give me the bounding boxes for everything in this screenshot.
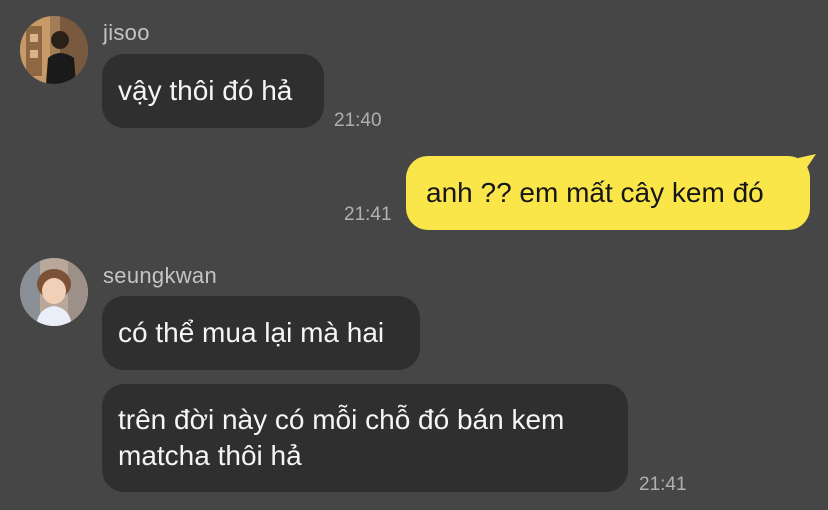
sender-name: seungkwan	[103, 263, 217, 288]
profile-photo-jisoo-icon	[20, 16, 88, 84]
message-timestamp: 21:41	[344, 204, 392, 225]
avatar-jisoo[interactable]	[20, 16, 88, 84]
sender-name: jisoo	[103, 20, 150, 45]
message-timestamp: 21:41	[639, 474, 687, 495]
message-bubble[interactable]: vậy thôi đó hả	[102, 54, 324, 128]
message-bubble-outgoing[interactable]: anh ?? em mất cây kem đó	[406, 156, 810, 230]
profile-photo-seungkwan-icon	[20, 258, 88, 326]
message-timestamp: 21:40	[334, 110, 382, 131]
message-bubble[interactable]: có thể mua lại mà hai	[102, 296, 420, 370]
avatar-seungkwan[interactable]	[20, 258, 88, 326]
message-bubble[interactable]: trên đời này có mỗi chỗ đó bán kem match…	[102, 384, 628, 492]
bubble-tail-icon	[798, 154, 816, 172]
